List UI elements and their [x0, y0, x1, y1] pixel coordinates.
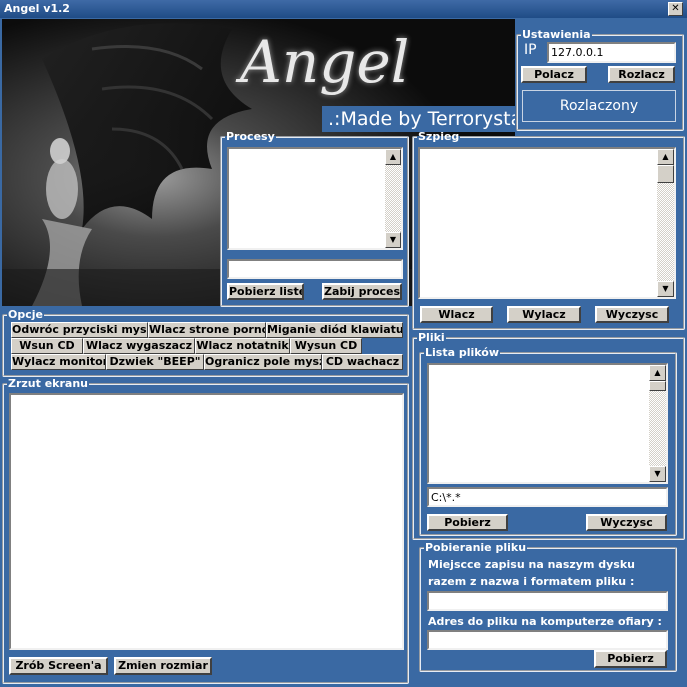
close-cd-button[interactable]: Wsun CD	[11, 338, 83, 354]
save-path-input[interactable]	[427, 591, 668, 611]
spy-legend: Szpieg	[418, 130, 460, 143]
scroll-thumb[interactable]	[649, 381, 666, 391]
get-files-button[interactable]: Pobierz	[427, 514, 508, 531]
ip-input[interactable]	[547, 42, 676, 63]
scroll-down-icon[interactable]: ▼	[649, 466, 666, 482]
file-list-scrollbar[interactable]: ▲ ▼	[649, 365, 666, 482]
resize-screenshot-button[interactable]: Zmien rozmiar	[114, 657, 212, 675]
spy-off-button[interactable]: Wylacz	[507, 306, 581, 323]
options-legend: Opcje	[8, 308, 43, 321]
spy-clear-button[interactable]: Wyczysc	[595, 306, 669, 323]
process-list[interactable]	[227, 147, 403, 250]
eject-cd-button[interactable]: Wysun CD	[290, 338, 362, 354]
connect-button[interactable]: Polacz	[521, 66, 587, 83]
screenshot-view	[9, 393, 404, 650]
process-list-scrollbar[interactable]: ▲ ▼	[385, 149, 401, 248]
disconnect-button[interactable]: Rozlacz	[608, 66, 675, 83]
scroll-thumb[interactable]	[657, 165, 674, 183]
open-notepad-button[interactable]: Wlacz notatnik	[195, 338, 290, 354]
remote-path-label: Adres do pliku na komputerze ofiary :	[428, 615, 662, 628]
process-name-input[interactable]	[227, 259, 403, 279]
clear-files-button[interactable]: Wyczysc	[586, 514, 667, 531]
file-list-legend: Lista plików	[425, 346, 499, 359]
blink-keyboard-leds-button[interactable]: Miganie diód klawiatury	[266, 322, 403, 338]
save-path-label-line1: Miejscce zapisu na naszym dysku	[428, 558, 635, 571]
window-title: Angel v1.2	[0, 0, 687, 18]
file-path-input[interactable]	[427, 487, 668, 507]
scroll-up-icon[interactable]: ▲	[657, 149, 674, 165]
ip-label: IP	[524, 42, 537, 58]
settings-legend: Ustawienia	[522, 28, 591, 41]
connection-status: Rozlaczony	[522, 90, 676, 122]
angel-logo-text: Angel	[240, 28, 410, 96]
files-legend: Pliki	[418, 331, 445, 344]
limit-mouse-area-button[interactable]: Ogranicz pole myszy	[204, 354, 322, 370]
download-legend: Pobieranie pliku	[425, 541, 527, 554]
scroll-up-icon[interactable]: ▲	[649, 365, 666, 381]
beep-sound-button[interactable]: Dzwiek "BEEP"	[106, 354, 204, 370]
scroll-down-icon[interactable]: ▼	[385, 232, 401, 248]
save-path-label-line2: razem z nazwa i formatem pliku :	[428, 575, 635, 588]
spy-on-button[interactable]: Wlacz	[420, 306, 493, 323]
swap-mouse-buttons-button[interactable]: Odwróc przyciski myszy	[11, 322, 148, 338]
screenshot-legend: Zrzut ekranu	[8, 377, 89, 390]
cd-toggle-button[interactable]: CD wachacz	[322, 354, 403, 370]
spy-log[interactable]	[418, 147, 676, 299]
remote-path-input[interactable]	[427, 630, 668, 650]
processes-legend: Procesy	[226, 130, 275, 143]
monitor-off-button[interactable]: Wylacz monitor	[11, 354, 106, 370]
take-screenshot-button[interactable]: Zrób Screen'a	[9, 657, 108, 675]
enable-screensaver-button[interactable]: Wlacz wygaszacz	[83, 338, 195, 354]
download-button[interactable]: Pobierz	[594, 650, 667, 668]
file-list[interactable]	[427, 363, 668, 484]
kill-process-button[interactable]: Zabij proces	[322, 283, 402, 300]
spy-log-scrollbar[interactable]: ▲ ▼	[657, 149, 674, 297]
scroll-up-icon[interactable]: ▲	[385, 149, 401, 165]
get-process-list-button[interactable]: Pobierz liste	[227, 283, 304, 300]
scroll-down-icon[interactable]: ▼	[657, 281, 674, 297]
made-by-label: .:Made by Terrorysta	[322, 106, 515, 132]
open-porn-page-button[interactable]: Wlacz strone porno	[148, 322, 266, 338]
close-button[interactable]: ✕	[668, 2, 683, 16]
